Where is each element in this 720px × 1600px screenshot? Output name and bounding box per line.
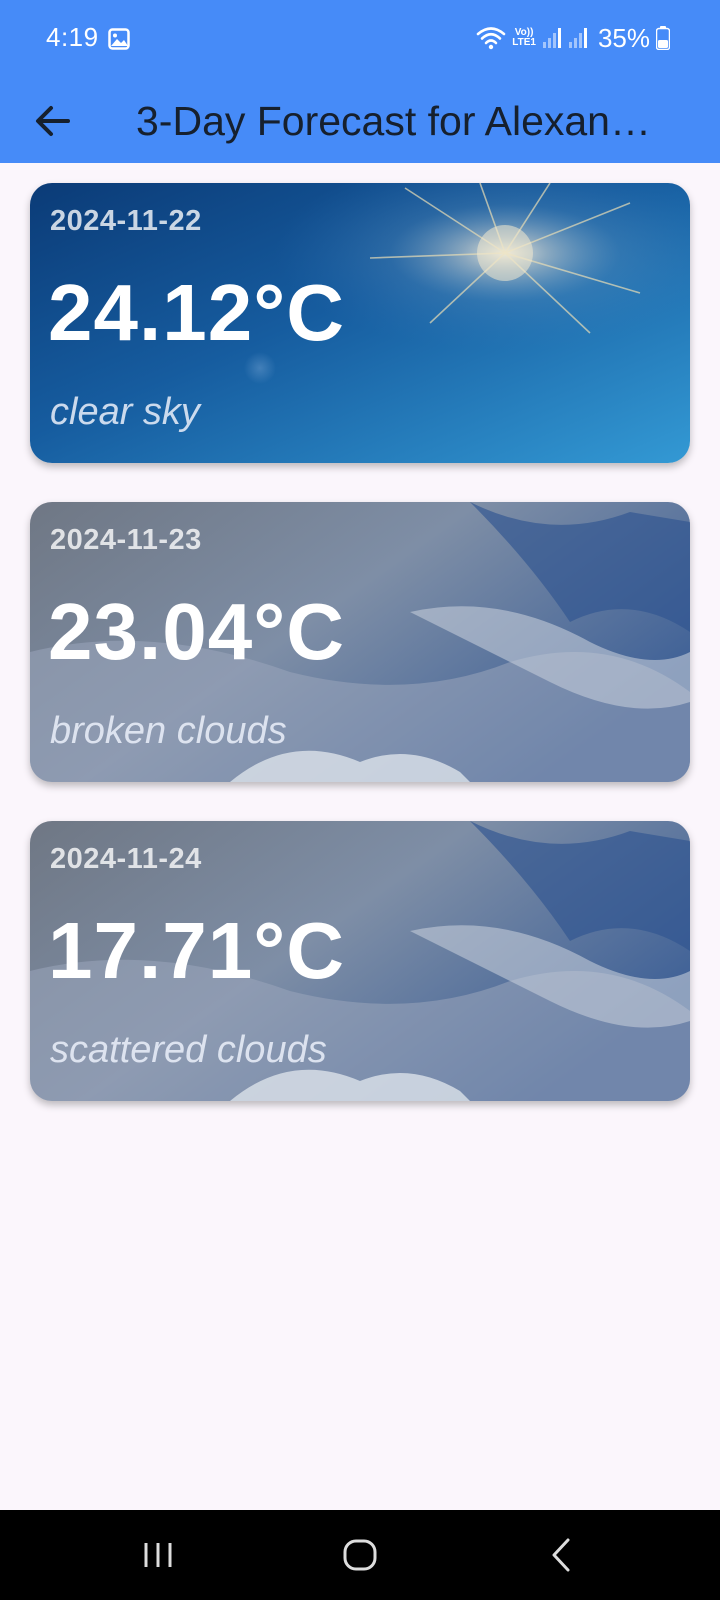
forecast-description: scattered clouds [50, 1029, 327, 1071]
gallery-icon [108, 28, 130, 50]
forecast-temperature: 23.04°C [48, 587, 345, 676]
forecast-date: 2024-11-24 [50, 843, 202, 875]
status-bar: 4:19 Vo)) LTE1 35% [0, 0, 720, 80]
system-nav-bar [0, 1510, 720, 1600]
forecast-date: 2024-11-22 [50, 205, 202, 237]
forecast-description: clear sky [50, 391, 200, 433]
status-time: 4:19 [46, 22, 99, 52]
back-icon[interactable] [542, 1535, 582, 1575]
arrow-left-icon[interactable] [30, 98, 76, 144]
signal-icon [542, 28, 561, 48]
forecast-date: 2024-11-23 [50, 524, 202, 556]
forecast-description: broken clouds [50, 710, 287, 752]
lte-label: LTE1 [512, 37, 536, 48]
forecast-temperature: 24.12°C [48, 268, 345, 357]
volte-icon: Vo)) LTE1 [512, 28, 536, 48]
battery-percent: 35% [597, 22, 650, 53]
status-icons: Vo)) LTE1 35% [476, 20, 670, 56]
app-bar: 3-Day Forecast for Alexan… [0, 80, 720, 163]
battery-icon [656, 26, 670, 50]
signal-icon [568, 28, 587, 48]
page-title: 3-Day Forecast for Alexan… [136, 98, 651, 144]
forecast-card[interactable]: 2024-11-22 24.12°C clear sky [30, 183, 690, 463]
recent-apps-icon[interactable] [138, 1535, 178, 1575]
forecast-temperature: 17.71°C [48, 906, 345, 995]
forecast-card[interactable]: 2024-11-23 23.04°C broken clouds [30, 502, 690, 782]
wifi-icon [476, 27, 506, 50]
home-icon[interactable] [340, 1535, 380, 1575]
forecast-card[interactable]: 2024-11-24 17.71°C scattered clouds [30, 821, 690, 1101]
